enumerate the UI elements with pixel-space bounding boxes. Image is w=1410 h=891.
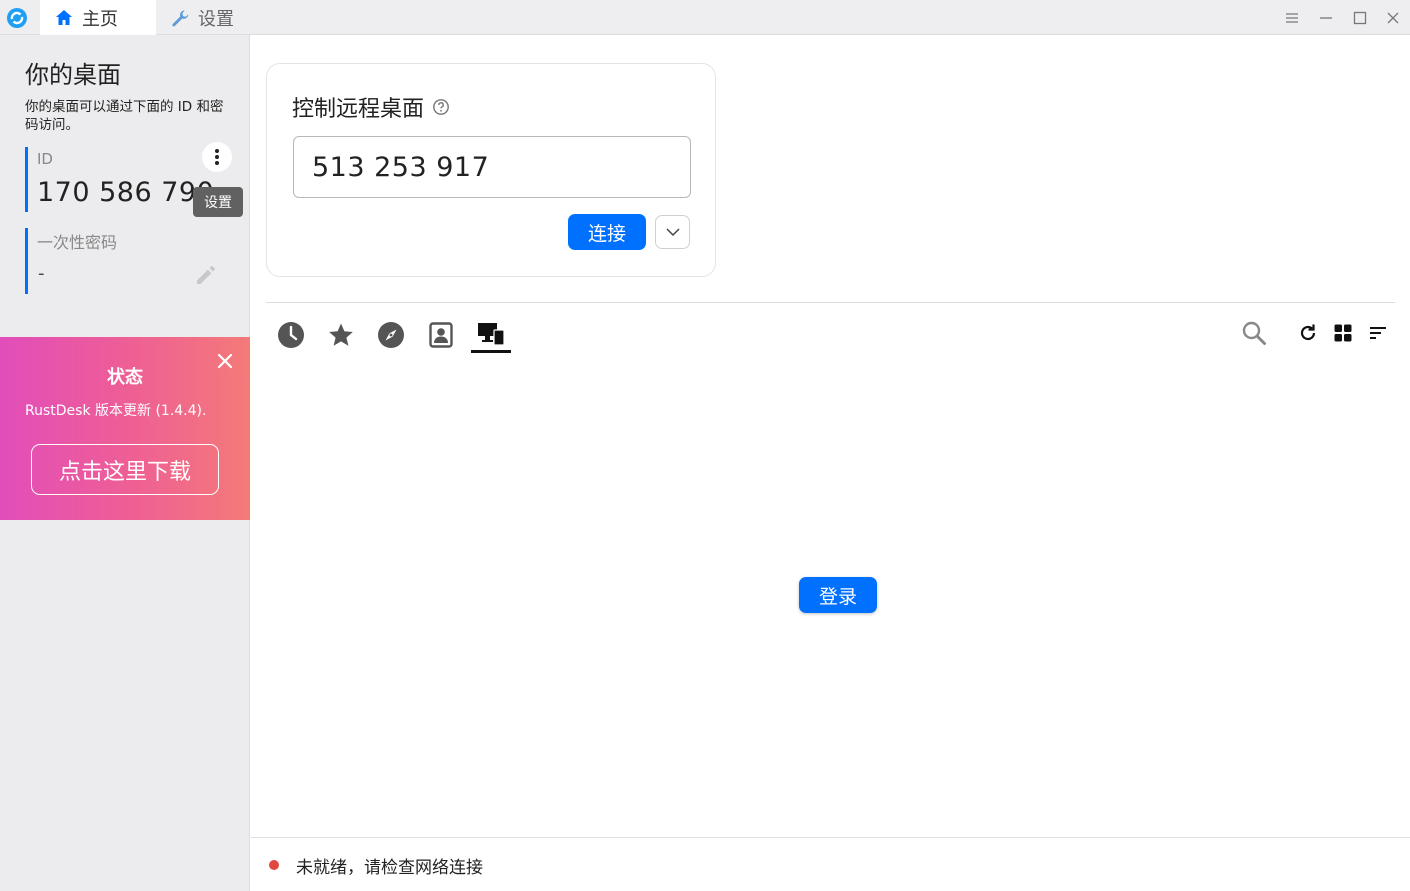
close-banner-icon[interactable]	[214, 350, 236, 372]
address-book-icon	[429, 322, 453, 348]
connect-options-button[interactable]	[655, 215, 690, 249]
tab-favorites[interactable]	[321, 317, 361, 353]
star-icon	[329, 323, 353, 346]
tab-recent-sessions[interactable]	[271, 317, 311, 353]
password-value[interactable]: -	[38, 263, 45, 284]
update-status-banner: 状态 RustDesk 版本更新 (1.4.4). 点击这里下载	[0, 337, 250, 520]
search-icon	[1242, 321, 1266, 345]
more-vertical-icon	[215, 149, 219, 165]
left-panel: 你的桌面 你的桌面可以通过下面的 ID 和密码访问。 ID 170 586 79…	[0, 35, 250, 891]
minimize-button[interactable]	[1309, 0, 1343, 35]
tab-accessible-devices[interactable]	[471, 317, 511, 353]
password-label: 一次性密码	[37, 233, 118, 252]
status-dot	[269, 860, 279, 870]
id-menu-button[interactable]	[202, 142, 232, 172]
grid-view-button[interactable]	[1329, 319, 1357, 347]
your-desktop-description: 你的桌面可以通过下面的 ID 和密码访问。	[25, 99, 224, 133]
connect-button[interactable]: 连接	[568, 214, 646, 250]
rustdesk-logo-icon	[7, 8, 27, 28]
settings-tooltip: 设置	[193, 187, 243, 217]
tab-settings-label: 设置	[198, 8, 234, 30]
id-value[interactable]: 170 586 790	[37, 177, 214, 208]
tab-settings[interactable]: 设置	[156, 0, 266, 35]
compass-icon	[378, 322, 404, 348]
status-message: RustDesk 版本更新 (1.4.4).	[25, 403, 207, 419]
tab-home[interactable]: 主页	[40, 0, 156, 35]
connection-status-text: 未就绪，请检查网络连接	[296, 858, 483, 878]
tab-home-label: 主页	[82, 8, 118, 30]
wrench-icon	[172, 10, 189, 26]
maximize-icon	[1353, 11, 1367, 24]
your-desktop-title: 你的桌面	[25, 61, 121, 89]
tab-discovered[interactable]	[371, 317, 411, 353]
download-button[interactable]: 点击这里下载	[31, 444, 219, 495]
grid-view-icon	[1334, 324, 1352, 342]
status-title: 状态	[107, 367, 143, 388]
refresh-button[interactable]	[1294, 319, 1322, 347]
devices-icon	[478, 322, 505, 346]
refresh-icon	[1300, 324, 1316, 341]
divider	[266, 302, 1395, 303]
sort-button[interactable]	[1364, 319, 1392, 347]
title-bar: 主页 设置	[0, 0, 1410, 35]
tab-address-book[interactable]	[421, 317, 461, 353]
close-icon	[1387, 12, 1399, 23]
status-footer: 未就绪，请检查网络连接	[251, 837, 1410, 891]
search-button[interactable]	[1240, 319, 1268, 347]
home-icon	[56, 9, 72, 25]
chevron-down-icon	[665, 228, 680, 237]
connect-card: 控制远程桌面 513 253 917 连接	[266, 63, 716, 277]
login-button[interactable]: 登录	[799, 577, 877, 613]
close-window-button[interactable]	[1376, 0, 1410, 35]
remote-id-input[interactable]: 513 253 917	[293, 136, 691, 198]
menu-button[interactable]	[1275, 0, 1309, 35]
maximize-button[interactable]	[1343, 0, 1377, 35]
help-icon[interactable]	[432, 98, 450, 116]
connect-title-text: 控制远程桌面	[292, 97, 425, 122]
minimize-icon	[1320, 16, 1332, 19]
sort-icon	[1370, 327, 1386, 339]
menu-icon	[1286, 12, 1298, 23]
connect-title: 控制远程桌面	[292, 91, 450, 123]
edit-password-icon[interactable]	[194, 263, 218, 287]
id-label: ID	[37, 150, 53, 168]
clock-icon	[278, 322, 304, 348]
